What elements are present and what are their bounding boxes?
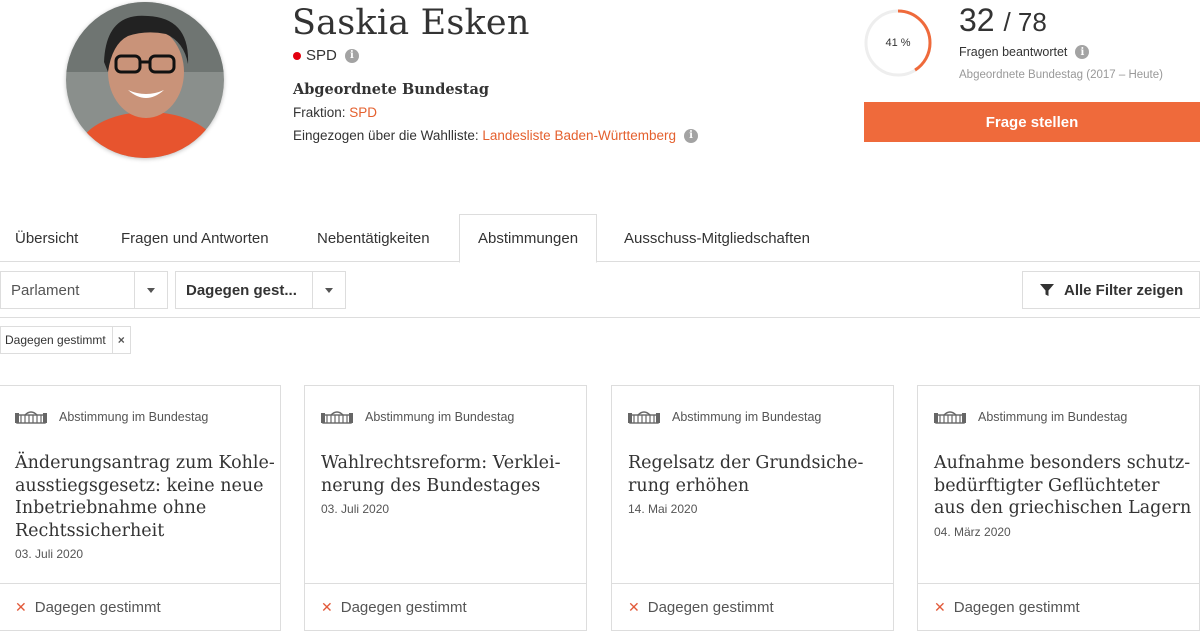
ask-question-button[interactable]: Frage stellen (864, 102, 1200, 142)
active-filter-chip: Dagegen gestimmt × (0, 326, 131, 354)
fraktion-row: Fraktion: SPD (293, 105, 377, 120)
card-title-text: Regelsatz der Grundsiche­rung erhöhen (628, 453, 864, 496)
wahlliste-link[interactable]: Landesliste Baden-Württemberg (482, 128, 676, 143)
card-type-label: Abstimmung im Bundestag (672, 410, 822, 424)
card-type-label: Abstimmung im Bundestag (59, 410, 209, 424)
against-x-icon: ✕ (321, 599, 333, 615)
fraktion-link[interactable]: SPD (349, 105, 377, 120)
card-title-text: Aufnahme besonders schutz­bedürftigter G… (934, 453, 1192, 518)
vote-card[interactable]: Abstimmung im Bundestag Regelsatz der Gr… (611, 385, 894, 631)
against-x-icon: ✕ (934, 599, 946, 615)
card-date: 03. Juli 2020 (321, 502, 390, 516)
against-x-icon: ✕ (628, 599, 640, 615)
fraktion-label: Fraktion: (293, 105, 346, 120)
against-x-icon: ✕ (15, 599, 27, 615)
party-row: SPD i (293, 47, 359, 64)
card-type: Abstimmung im Bundestag (321, 410, 514, 424)
card-vote-label: Dagegen gestimmt (34, 599, 161, 616)
card-date: 14. Mai 2020 (628, 502, 698, 516)
tab-abstimmungen[interactable]: Abstimmungen (459, 214, 598, 263)
card-title-text: Wahlrechtsreform: Verklei­nerung des Bun… (321, 453, 561, 496)
bundestag-building-icon (321, 411, 353, 424)
bundestag-building-icon (15, 411, 47, 424)
vote-card[interactable]: Abstimmung im Bundestag Wahlrechtsreform… (304, 385, 587, 631)
parlament-select[interactable]: Parlament (0, 271, 168, 309)
chevron-down-icon[interactable] (312, 272, 345, 308)
card-type: Abstimmung im Bundestag (934, 410, 1127, 424)
wahlliste-info-icon[interactable]: i (684, 128, 698, 143)
profile-tabs: Übersicht Fragen und Antworten Nebentäti… (0, 214, 1200, 263)
party-color-dot (293, 51, 301, 60)
show-all-filters-button[interactable]: Alle Filter zeigen (1022, 271, 1200, 309)
bundestag-building-icon (934, 411, 966, 424)
card-vote-label: Dagegen gestimmt (953, 599, 1080, 616)
card-type-label: Abstimmung im Bundestag (978, 410, 1128, 424)
tab-uebersicht[interactable]: Übersicht (15, 214, 78, 262)
party-name: SPD (306, 47, 337, 64)
show-all-filters-label: Alle Filter zeigen (1064, 281, 1184, 299)
tab-nebentaetigkeiten[interactable]: Nebentätigkeiten (317, 214, 430, 262)
card-title[interactable]: Änderungsantrag zum Kohle­ausstiegsgeset… (15, 452, 275, 562)
profile-role: Abgeordnete Bundestag (293, 81, 490, 98)
active-filter-label: Dagegen gestimmt (5, 333, 106, 347)
answered-label: Fragen beantwortet (959, 45, 1068, 59)
card-vote-label: Dagegen gestimmt (340, 599, 467, 616)
card-type-label: Abstimmung im Bundestag (365, 410, 515, 424)
filter-icon (1040, 284, 1054, 296)
vote-card[interactable]: Abstimmung im Bundestag Änderungsantrag … (0, 385, 281, 631)
wahlliste-row: Eingezogen über die Wahlliste: Landeslis… (293, 128, 698, 143)
profile-name: Saskia Esken (292, 3, 530, 43)
answered-percent: 41 % (885, 37, 911, 49)
answered-info-icon[interactable]: i (1075, 45, 1090, 59)
filter-bar: Parlament Dagegen gest... Alle Filter ze… (0, 262, 1200, 318)
card-type: Abstimmung im Bundestag (628, 410, 821, 424)
parlament-select-value: Parlament (11, 281, 80, 299)
vote-select[interactable]: Dagegen gest... (175, 271, 346, 309)
answered-number: 32 (959, 2, 995, 38)
wahlliste-label: Eingezogen über die Wahlliste: (293, 128, 479, 143)
card-vote-result: ✕ Dagegen gestimmt (0, 583, 280, 631)
card-type: Abstimmung im Bundestag (15, 410, 208, 424)
tab-ausschuss-mitgliedschaften[interactable]: Ausschuss-Mitgliedschaften (624, 214, 810, 262)
mandate-period: Abgeordnete Bundestag (2017 – Heute) (959, 69, 1163, 81)
card-vote-result: ✕ Dagegen gestimmt (305, 583, 586, 631)
card-title[interactable]: Regelsatz der Grundsiche­rung erhöhen 14… (628, 452, 888, 517)
vote-select-value: Dagegen gest... (186, 281, 297, 299)
total-questions: / 78 (1003, 7, 1047, 37)
profile-avatar (66, 2, 224, 158)
card-vote-label: Dagegen gestimmt (647, 599, 774, 616)
card-date: 04. März 2020 (934, 524, 1011, 539)
remove-filter-close-icon[interactable]: × (111, 327, 130, 353)
card-title[interactable]: Aufnahme besonders schutz­bedürftigter G… (934, 452, 1194, 540)
answered-count: 32 / 78 (959, 0, 1047, 42)
card-vote-result: ✕ Dagegen gestimmt (612, 583, 893, 631)
chevron-down-icon[interactable] (134, 272, 167, 308)
tab-fragen-und-antworten[interactable]: Fragen und Antworten (121, 214, 269, 262)
vote-card[interactable]: Abstimmung im Bundestag Aufnahme besonde… (917, 385, 1200, 631)
answered-label-row: Fragen beantwortet i (959, 45, 1090, 59)
party-info-icon[interactable]: i (344, 48, 359, 63)
card-vote-result: ✕ Dagegen gestimmt (918, 583, 1199, 631)
card-date: 03. Juli 2020 (15, 547, 84, 561)
card-title-text: Änderungsantrag zum Kohle­ausstiegsgeset… (15, 453, 275, 541)
bundestag-building-icon (628, 411, 660, 424)
card-title[interactable]: Wahlrechtsreform: Verklei­nerung des Bun… (321, 452, 581, 517)
